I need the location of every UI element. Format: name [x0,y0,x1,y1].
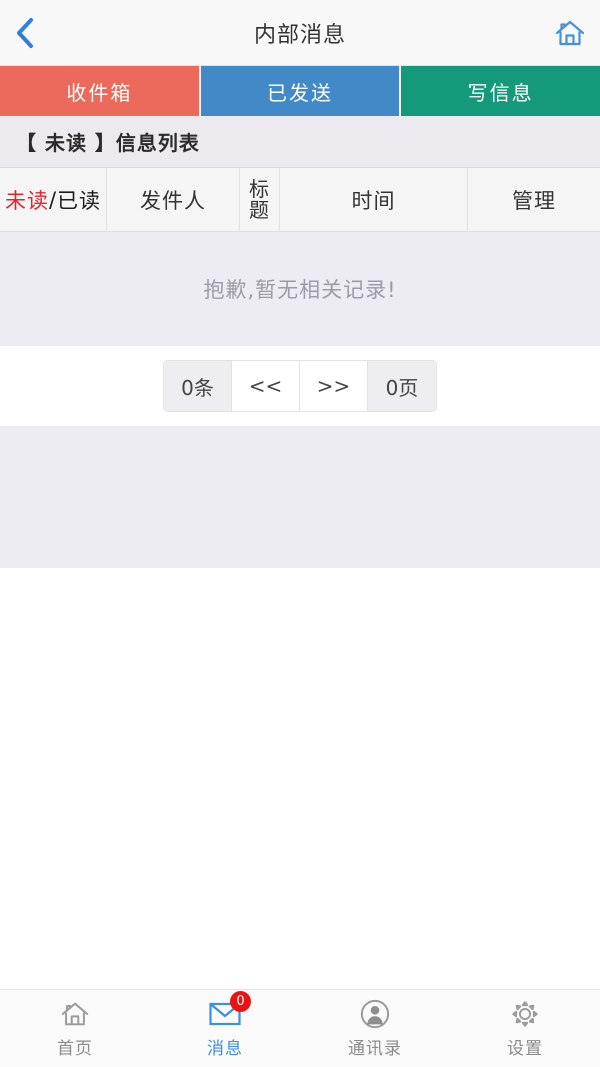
tab-write-message[interactable]: 写信息 [401,66,600,116]
column-header-manage[interactable]: 管理 [468,168,600,231]
tab-sent-label: 已发送 [267,80,333,105]
bottom-navigation: 首页 0 消息 通讯录 设置 [0,989,600,1067]
home-icon-wrap [58,998,92,1030]
pagination-page-count: 0页 [368,361,436,411]
nav-item-contacts[interactable]: 通讯录 [300,990,450,1067]
home-icon [61,1002,89,1026]
chevron-left-icon [17,17,33,48]
column-header-unread: 未读 [4,188,49,213]
pagination-next-button[interactable]: >> [300,361,368,411]
pagination: 0条 << >> 0页 [163,360,437,412]
pagination-band: 0条 << >> 0页 [0,346,600,426]
gear-icon-wrap [508,998,542,1030]
content-spacer-blank [0,568,600,981]
gear-icon [512,1001,538,1027]
message-table-header: 未读 / 已读 发件人 标题 时间 管理 [0,168,600,232]
app-header: 内部消息 [0,0,600,66]
column-header-status[interactable]: 未读 / 已读 [0,168,107,231]
column-header-subject[interactable]: 标题 [240,168,280,231]
contacts-person-icon [360,999,390,1029]
column-header-time[interactable]: 时间 [280,168,468,231]
tab-sent[interactable]: 已发送 [200,66,400,116]
nav-item-messages[interactable]: 0 消息 [150,990,300,1067]
home-button[interactable] [542,11,586,55]
empty-state-text: 抱歉,暂无相关记录! [203,278,397,302]
pagination-total: 0条 [164,361,232,411]
tab-inbox-label: 收件箱 [66,80,133,105]
empty-state: 抱歉,暂无相关记录! [0,232,600,346]
tab-inbox[interactable]: 收件箱 [0,66,199,116]
column-header-sender[interactable]: 发件人 [107,168,240,231]
mailbox-tabs: 收件箱 已发送 写信息 [0,66,600,116]
contacts-person-icon-wrap [358,998,392,1030]
message-unread-badge: 0 [230,991,251,1012]
nav-item-contacts-label: 通讯录 [348,1039,402,1059]
envelope-icon-wrap: 0 [208,991,251,1030]
back-button[interactable] [14,11,58,55]
content-spacer-shaded [0,426,600,568]
nav-item-settings-label: 设置 [507,1039,543,1059]
tab-write-message-label: 写信息 [467,80,534,105]
pagination-prev-button[interactable]: << [232,361,300,411]
nav-item-messages-label: 消息 [207,1039,243,1059]
nav-item-settings[interactable]: 设置 [450,990,600,1067]
nav-item-home[interactable]: 首页 [0,990,150,1067]
page-title: 内部消息 [253,22,346,48]
column-header-read: 已读 [57,188,102,213]
list-title: 【 未读 】信息列表 [16,131,200,155]
column-header-divider: / [48,187,58,212]
home-icon [555,20,585,45]
list-title-bar: 【 未读 】信息列表 [0,116,600,168]
nav-item-home-label: 首页 [57,1039,93,1059]
